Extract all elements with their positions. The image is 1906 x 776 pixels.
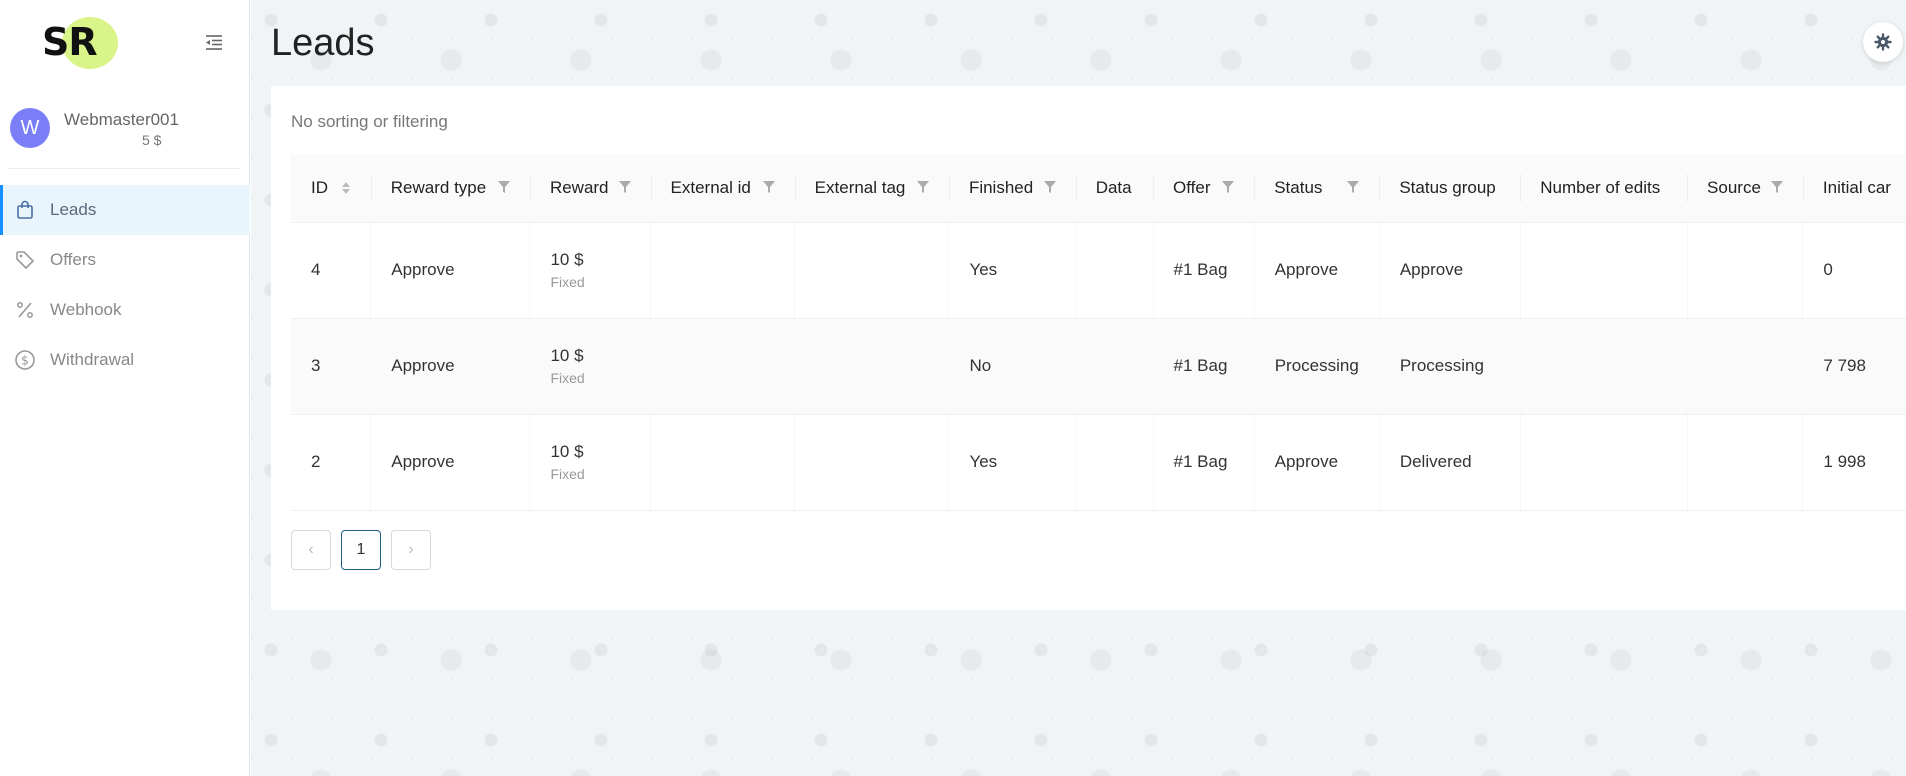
column-id[interactable]: ID xyxy=(291,154,371,223)
sidebar-item-label: Leads xyxy=(50,200,97,219)
page-button-current[interactable]: 1 xyxy=(341,530,381,570)
table-row[interactable]: 4 Approve 10 $ Fixed Yes #1 Bag Approve A… xyxy=(291,222,1906,319)
table-header-row: ID Reward type Reward External id Extern… xyxy=(291,154,1906,223)
tag-icon xyxy=(14,249,36,271)
sidebar-item-offers[interactable]: Offers xyxy=(0,235,250,285)
sort-icon[interactable] xyxy=(341,180,351,196)
dollar-circle-icon: $ xyxy=(14,349,36,371)
column-initial-cart: Initial car xyxy=(1802,154,1906,223)
sidebar-item-leads[interactable]: Leads xyxy=(0,185,250,235)
avatar[interactable]: W xyxy=(10,108,50,148)
filter-status: No sorting or filtering xyxy=(291,112,448,131)
filter-icon[interactable] xyxy=(1222,178,1235,198)
column-status-group: Status group xyxy=(1379,154,1521,223)
filter-icon[interactable] xyxy=(1347,178,1360,198)
page-title: Leads xyxy=(271,22,375,64)
user-profile[interactable]: W Webmaster001 5 $ xyxy=(10,104,240,168)
user-name: Webmaster001 xyxy=(64,110,179,129)
leads-table: ID Reward type Reward External id Extern… xyxy=(291,154,1906,511)
sidebar-item-label: Offers xyxy=(50,250,96,269)
filter-icon[interactable] xyxy=(916,178,929,198)
column-status[interactable]: Status xyxy=(1254,154,1380,223)
sidebar-item-webhook[interactable]: Webhook xyxy=(0,285,250,335)
column-source[interactable]: Source xyxy=(1687,154,1803,223)
prev-page-button[interactable]: ‹ xyxy=(291,530,331,570)
sidebar-nav: Leads Offers Webhook $ Withdrawal xyxy=(0,185,250,385)
column-external-id[interactable]: External id xyxy=(650,154,795,223)
sidebar: SR W Webmaster001 5 $ Leads Offers Webho… xyxy=(0,0,250,776)
main-content: Leads No sorting or filtering ID Reward … xyxy=(251,0,1906,776)
svg-text:$: $ xyxy=(21,354,29,368)
sidebar-item-label: Withdrawal xyxy=(50,350,135,369)
table-row[interactable]: 3 Approve 10 $ Fixed No #1 Bag Processing… xyxy=(291,318,1906,415)
shopping-bag-icon xyxy=(14,199,36,221)
divider xyxy=(8,168,240,169)
table-row[interactable]: 2 Approve 10 $ Fixed Yes #1 Bag Approve D… xyxy=(291,414,1906,511)
logo[interactable]: SR xyxy=(42,20,98,64)
leads-card: No sorting or filtering ID Reward type R… xyxy=(271,86,1906,610)
logo-area: SR xyxy=(0,0,249,86)
filter-icon[interactable] xyxy=(497,178,510,198)
filter-icon[interactable] xyxy=(762,178,775,198)
collapse-menu-icon[interactable] xyxy=(203,32,227,54)
gear-icon xyxy=(1874,33,1892,51)
user-balance: 5 $ xyxy=(142,132,162,148)
filter-icon[interactable] xyxy=(1770,178,1783,198)
column-finished[interactable]: Finished xyxy=(948,154,1076,223)
sidebar-item-label: Webhook xyxy=(50,300,122,319)
pagination: ‹ 1 › xyxy=(291,530,431,570)
settings-button[interactable] xyxy=(1863,22,1903,62)
column-external-tag[interactable]: External tag xyxy=(794,154,949,223)
filter-icon[interactable] xyxy=(618,178,631,198)
column-offer[interactable]: Offer xyxy=(1153,154,1255,223)
column-number-of-edits: Number of edits xyxy=(1520,154,1688,223)
column-reward-type[interactable]: Reward type xyxy=(370,154,530,223)
sidebar-item-withdrawal[interactable]: $ Withdrawal xyxy=(0,335,250,385)
next-page-button[interactable]: › xyxy=(391,530,431,570)
column-reward[interactable]: Reward xyxy=(529,154,651,223)
percent-icon xyxy=(14,299,36,321)
column-data: Data xyxy=(1075,154,1154,223)
filter-icon[interactable] xyxy=(1043,178,1056,198)
